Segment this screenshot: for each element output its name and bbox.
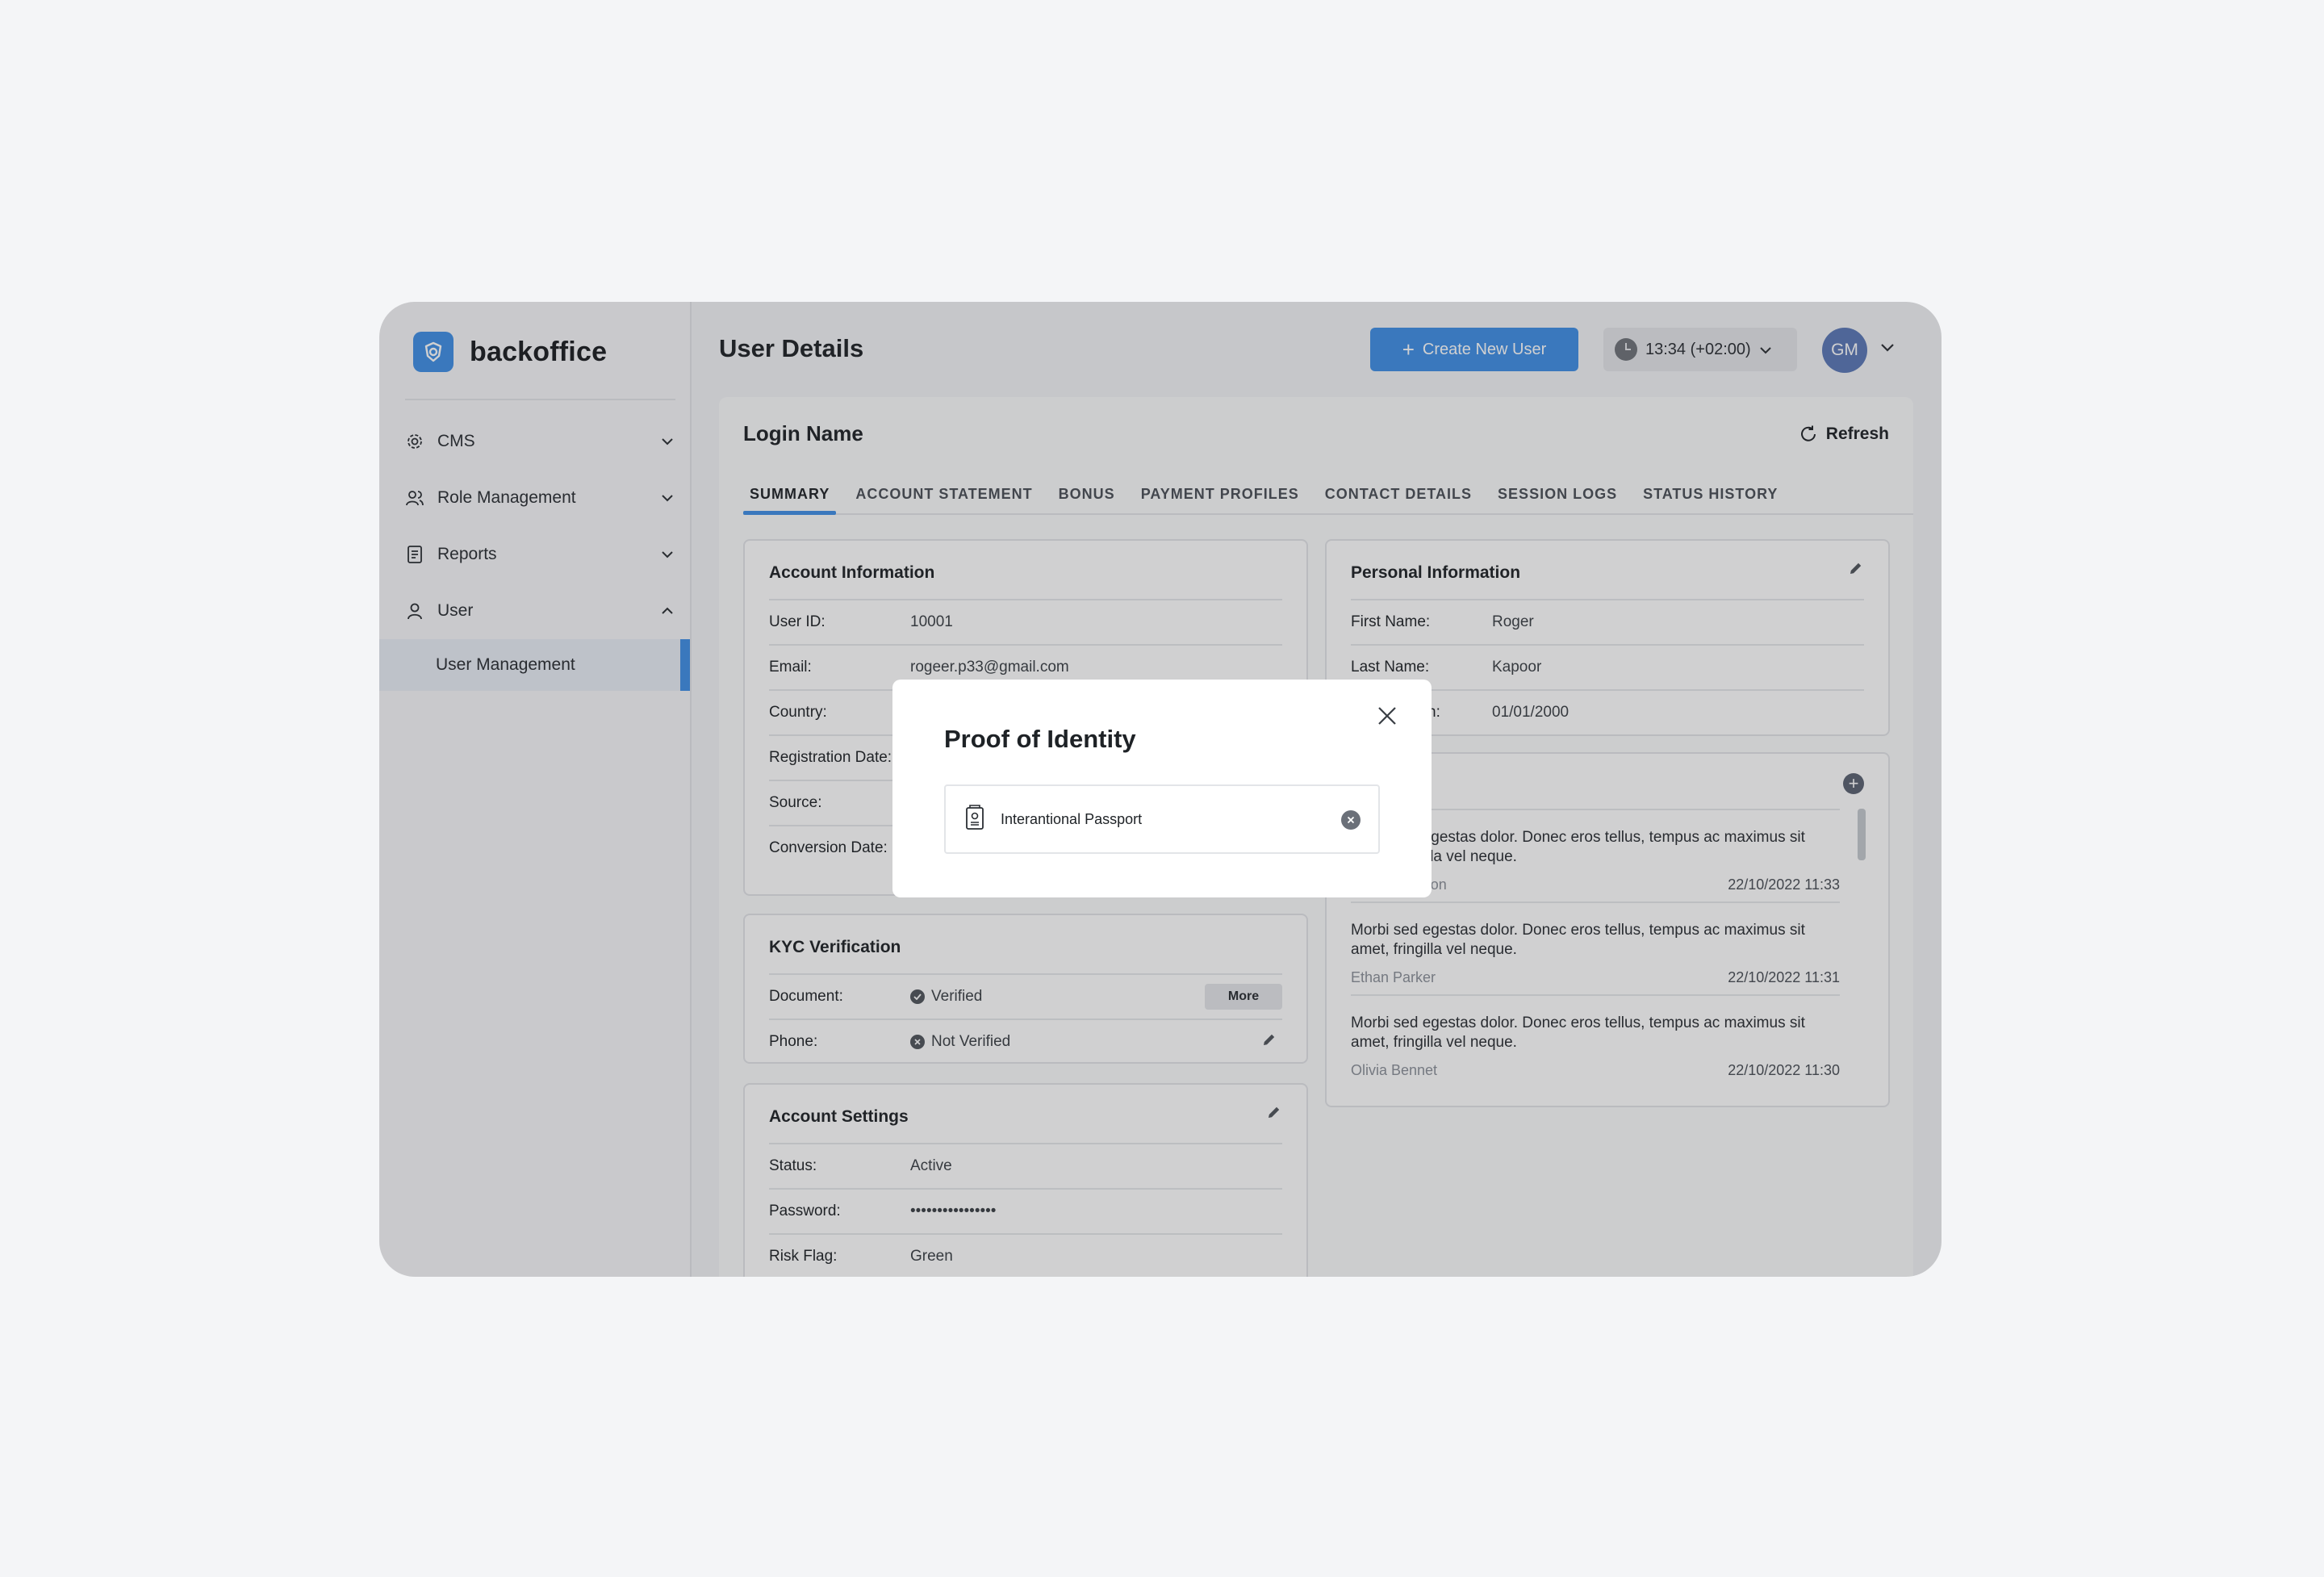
proof-of-identity-modal: Proof of Identity Interantional Passport: [892, 680, 1432, 897]
document-item[interactable]: Interantional Passport: [944, 784, 1380, 854]
remove-document-icon[interactable]: [1341, 810, 1361, 830]
modal-title: Proof of Identity: [944, 725, 1136, 753]
close-icon[interactable]: [1377, 705, 1398, 730]
app-window: backoffice CMS Role Management Reports U…: [379, 302, 1942, 1277]
passport-icon: [965, 804, 984, 835]
document-label: Interantional Passport: [1001, 810, 1143, 827]
